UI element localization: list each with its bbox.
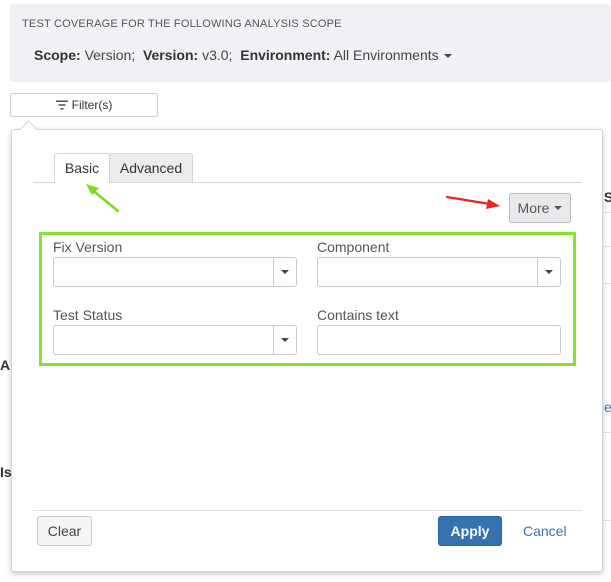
chevron-down-icon [554,206,563,210]
filters-button-label: Filter(s) [71,98,113,112]
scope-heading: TEST COVERAGE FOR THE FOLLOWING ANALYSIS… [22,18,342,30]
tab-basic[interactable]: Basic [54,153,110,183]
scope-value: Version; [84,47,136,63]
test-status-select[interactable] [53,325,297,355]
popup-pointer [19,120,38,139]
filter-icon [55,100,68,110]
more-button-label: More [517,200,550,216]
background-column-fragment: S [604,189,611,205]
version-label: Version: [142,47,199,63]
background-link-fragment[interactable]: e [604,399,611,415]
fix-version-label: Fix Version [53,239,123,255]
background-text-fragment: Is [0,464,12,480]
background-text-fragment: A [0,357,11,373]
footer-divider [33,510,582,511]
clear-button[interactable]: Clear [37,516,92,546]
component-select[interactable] [317,257,561,287]
background-row-divider [603,246,611,247]
cancel-link[interactable]: Cancel [523,523,567,539]
apply-button[interactable]: Apply [438,516,502,546]
filters-button[interactable]: Filter(s) [10,93,158,117]
scope-label: Scope: [34,47,81,63]
more-button[interactable]: More [509,193,571,223]
chevron-down-icon [273,326,296,354]
contains-text-input[interactable] [317,325,561,355]
component-label: Component [317,239,390,255]
environment-value: All Environments [333,47,439,63]
chevron-down-icon [537,258,560,286]
version-value: v3.0; [202,47,233,63]
background-row-divider [603,432,611,433]
chevron-down-icon [273,258,296,286]
scope-summary: Scope: Version; Version: v3.0; Environme… [34,47,452,63]
chevron-down-icon [443,54,452,59]
environment-label: Environment: [240,47,331,63]
environment-dropdown[interactable]: All Environments [334,47,452,63]
background-row-divider [603,212,611,213]
contains-text-label: Contains text [317,307,399,323]
test-status-label: Test Status [53,307,123,323]
background-row-divider [603,520,611,521]
analysis-scope-panel: TEST COVERAGE FOR THE FOLLOWING ANALYSIS… [10,4,611,82]
filter-popup: Basic Advanced More Fix Version Componen… [11,120,603,572]
tab-advanced[interactable]: Advanced [109,153,193,183]
background-row-divider [603,283,611,284]
fix-version-select[interactable] [53,257,297,287]
